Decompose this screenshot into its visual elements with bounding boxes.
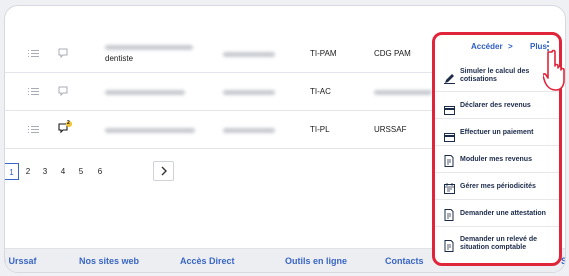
page-3-button[interactable]: 3: [38, 163, 52, 180]
redacted-name: [105, 128, 195, 133]
page-1-button[interactable]: 1: [5, 163, 19, 180]
page-5-button[interactable]: 5: [74, 163, 88, 180]
next-page-button[interactable]: [153, 161, 174, 181]
redacted-id: [223, 90, 275, 95]
menu-item-modulate[interactable]: Moduler mes revenus: [435, 146, 559, 173]
table-row: TI-AC: [5, 73, 445, 111]
menu-item-label: Gérer mes périodicités: [460, 183, 536, 190]
menu-item-label: Déclarer des revenus: [460, 102, 531, 109]
redacted-name: [105, 90, 185, 95]
table-row: 2 TI-PL URSSAF: [5, 111, 445, 149]
menu-item-label: Moduler mes revenus: [460, 156, 532, 163]
access-arrow-icon: >: [508, 42, 513, 51]
menu-item-payment[interactable]: Effectuer un paiement: [435, 119, 559, 146]
menu-item-declare[interactable]: Déclarer des revenus: [435, 92, 559, 119]
list-icon[interactable]: [28, 88, 39, 96]
access-link[interactable]: Accéder: [471, 42, 503, 51]
chat-icon[interactable]: [58, 85, 70, 103]
footer-link-contacts[interactable]: Contacts: [385, 256, 424, 266]
footer-link-access[interactable]: Accès Direct: [180, 256, 235, 266]
row-code: TI-PAM: [310, 49, 337, 58]
row-org: CDG PAM: [374, 49, 411, 58]
list-icon[interactable]: [28, 50, 39, 58]
menu-item-attestation[interactable]: Demander une attestation: [435, 200, 559, 227]
chat-notification-icon[interactable]: [58, 121, 74, 140]
menu-header: Accéder > Plus: [435, 35, 559, 59]
menu-item-label: Demander une attestation: [460, 210, 546, 217]
menu-item-label: Demander un relevé de situation comptabl…: [460, 236, 538, 251]
menu-item-label: Simuler le calcul des cotisations: [460, 68, 530, 83]
row-code: TI-PL: [310, 125, 330, 134]
chat-icon[interactable]: [58, 47, 70, 65]
redacted-id: [223, 52, 275, 57]
document-edit-icon: [444, 208, 455, 221]
list-icon[interactable]: [28, 126, 39, 134]
menu-item-statement[interactable]: Demander un relevé de situation comptabl…: [435, 227, 559, 263]
redacted-name: [105, 45, 193, 50]
document-edit-icon: [444, 239, 455, 252]
footer-link-urssaf[interactable]: s Urssaf: [5, 256, 37, 266]
row-profession: dentiste: [105, 54, 134, 63]
hand-pointer-icon: [542, 48, 569, 97]
redacted-org: [374, 90, 432, 95]
menu-item-label: Effectuer un paiement: [460, 129, 534, 136]
chevron-right-icon: [161, 166, 167, 176]
redacted-id: [223, 128, 275, 133]
page-2-button[interactable]: 2: [21, 163, 35, 180]
row-code: TI-AC: [310, 87, 331, 96]
table-row: dentiste TI-PAM CDG PAM: [5, 35, 445, 73]
calendar-icon: [444, 181, 455, 194]
notification-badge-count: 2: [67, 120, 70, 126]
card-icon: [444, 102, 455, 115]
pen-icon: [444, 71, 455, 84]
page-4-button[interactable]: 4: [56, 163, 70, 180]
row-org: URSSAF: [374, 125, 407, 134]
page-6-button[interactable]: 6: [93, 163, 107, 180]
footer-link-sites[interactable]: Nos sites web: [79, 256, 139, 266]
card-icon: [444, 129, 455, 142]
menu-item-simulate[interactable]: Simuler le calcul des cotisations: [435, 59, 559, 92]
footer-link-tools[interactable]: Outils en ligne: [285, 256, 347, 266]
document-edit-icon: [444, 154, 455, 167]
menu-item-periodicity[interactable]: Gérer mes périodicités: [435, 173, 559, 200]
